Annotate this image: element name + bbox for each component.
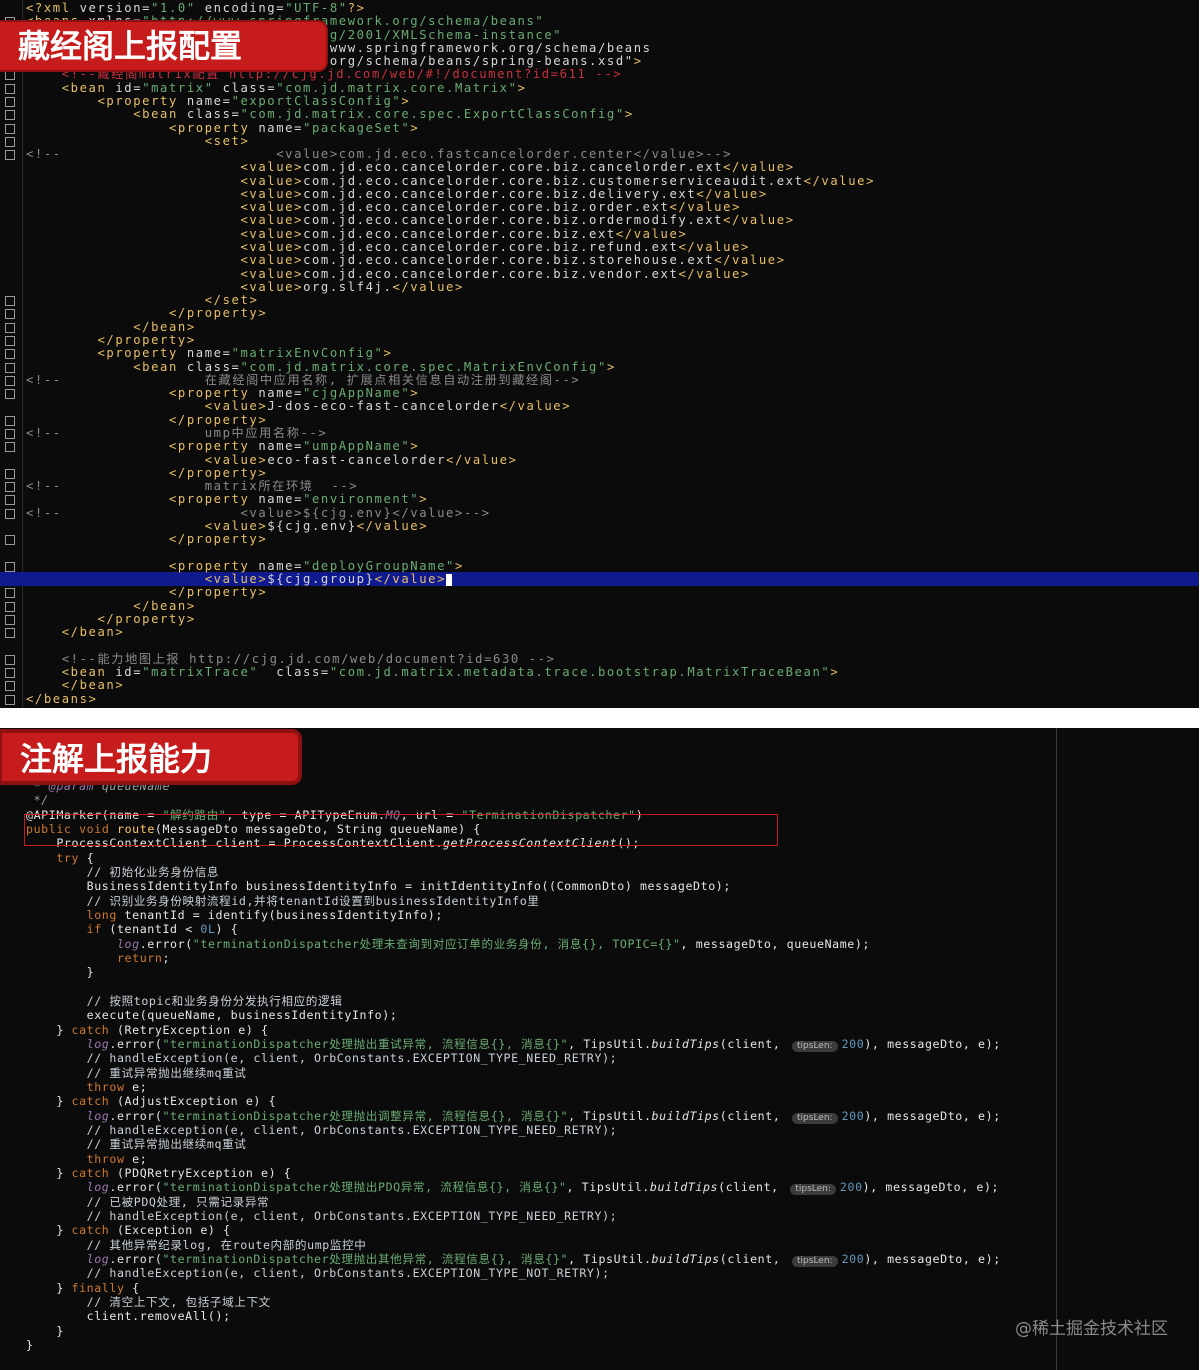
java-code-line: log.error("terminationDispatcher处理抛出其他异常…	[86, 1251, 1001, 1267]
xml-code-line: <bean id="matrixTrace" class="com.jd.mat…	[61, 665, 840, 679]
xml-code-line: </bean>	[61, 678, 125, 693]
java-code-line: // 其他异常纪录log, 在route内部的ump监控中	[26, 1237, 367, 1252]
java-code-line: } catch (PDQRetryException e) {	[26, 1165, 292, 1180]
java-code-line: if (tenantId < 0L) {	[86, 922, 239, 937]
java-code-line: // handleException(e, client, OrbConstan…	[26, 1266, 610, 1281]
java-code-line: execute(queueName, businessIdentityInfo)…	[26, 1008, 398, 1023]
xml-code-line: </property>	[169, 532, 268, 547]
java-code-line: log.error("terminationDispatcher处理未查询到对应…	[116, 936, 871, 951]
java-code-line: // 已被PDQ处理, 只需记录异常	[26, 1194, 270, 1209]
xml-code-line: <property name="umpAppName">	[169, 439, 420, 454]
xml-code-line: <value>com.jd.eco.cancelorder.core.biz.o…	[240, 213, 795, 228]
xml-code-line: <property name="packageSet">	[169, 120, 420, 135]
java-code-line: // 识别业务身份映射流程id,并将tenantId设置到businessIde…	[26, 893, 540, 908]
xml-code-line: </beans>	[26, 691, 98, 706]
xml-editor-panel: <?xml version="1.0" encoding="UTF-8"?><b…	[0, 0, 1199, 708]
text-cursor	[446, 573, 453, 586]
xml-code-line: </property>	[97, 611, 196, 626]
java-code-line: throw e;	[86, 1151, 148, 1166]
java-code-line: // handleException(e, client, OrbConstan…	[26, 1208, 618, 1223]
xml-code-line: </bean>	[61, 625, 125, 640]
java-code-line: throw e;	[86, 1079, 148, 1094]
java-code-line: log.error("terminationDispatcher处理抛出重试异常…	[86, 1036, 1001, 1052]
java-code-line: try {	[56, 850, 95, 865]
java-code-line: // handleException(e, client, OrbConstan…	[26, 1122, 618, 1137]
java-code-line: // handleException(e, client, OrbConstan…	[26, 1051, 618, 1066]
java-code-line: log.error("terminationDispatcher处理抛出PDQ异…	[86, 1180, 1000, 1196]
java-code-line: } catch (Exception e) {	[26, 1223, 231, 1238]
badge-xml-config: 藏经阁上报配置	[0, 22, 326, 70]
java-code-line: // 按照topic和业务身份分发执行相应的逻辑	[26, 993, 343, 1008]
java-code-line: // 重试异常抛出继续mq重试	[26, 1065, 247, 1080]
apimarker-highlight-box	[24, 814, 778, 846]
java-code-line: // 重试异常抛出继续mq重试	[26, 1137, 247, 1152]
java-code-line: long tenantId = identify(businessIdentit…	[86, 907, 443, 922]
java-code-line: log.error("terminationDispatcher处理抛出调整异常…	[86, 1108, 1001, 1124]
java-code-line: } finally {	[26, 1280, 140, 1295]
java-code-line: // 初始化业务身份信息	[26, 864, 220, 879]
xml-code-line: <value>com.jd.eco.cancelorder.core.biz.s…	[240, 253, 786, 268]
java-code-line	[0, 980, 1199, 994]
xml-code-line: <value>com.jd.eco.cancelorder.core.biz.c…	[240, 160, 795, 175]
watermark: @稀土掘金技术社区	[1015, 1319, 1168, 1339]
java-code-line: }	[26, 965, 95, 980]
xml-code-line: <bean id="matrix" class="com.jd.matrix.c…	[61, 80, 527, 95]
java-code-line: return;	[116, 950, 171, 965]
java-code-line: } catch (AdjustException e) {	[26, 1094, 277, 1109]
xml-code-line: <!-- <value>${cjg.env}</value>-->	[26, 505, 491, 520]
xml-code-line: <value>com.jd.eco.cancelorder.core.biz.v…	[240, 266, 750, 281]
xml-code-line: <value>com.jd.eco.cancelorder.core.biz.c…	[240, 173, 876, 188]
java-code-line: }	[26, 1337, 34, 1352]
badge-annotation-report: 注解上报能力	[0, 731, 300, 783]
java-code-line: BusinessIdentityInfo businessIdentityInf…	[26, 879, 731, 894]
java-code-line: */	[26, 793, 49, 808]
java-code-line: } catch (RetryException e) {	[26, 1022, 269, 1037]
java-code-line: // 清空上下文, 包括子域上下文	[26, 1294, 271, 1309]
